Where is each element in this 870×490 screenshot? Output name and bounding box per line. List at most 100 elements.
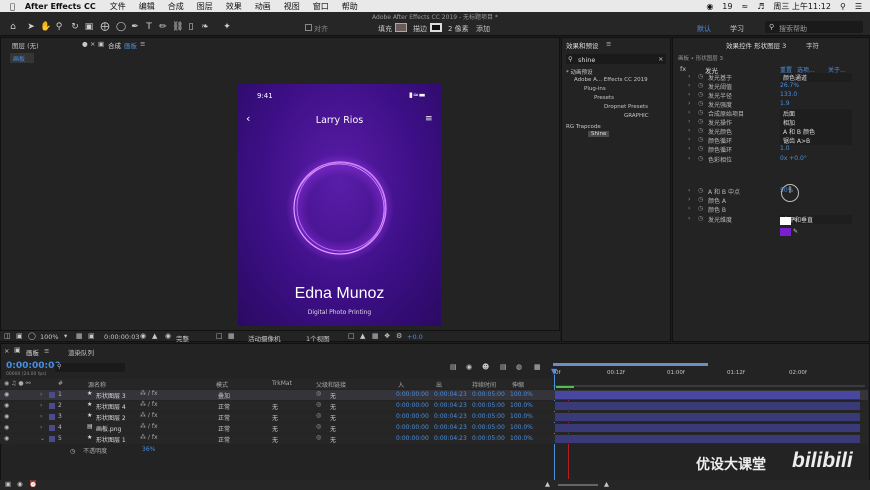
- resolution-select[interactable]: 完整: [176, 333, 189, 343]
- layer-label-color[interactable]: [49, 392, 55, 398]
- panel-menu-icon[interactable]: ≡: [140, 40, 145, 48]
- tab-layer[interactable]: 图层 (无): [12, 40, 39, 50]
- roi-icon[interactable]: □: [216, 332, 223, 340]
- visibility-eye-icon[interactable]: ◉: [4, 435, 9, 442]
- col-out[interactable]: 出: [436, 380, 442, 389]
- stopwatch-icon[interactable]: ◷: [698, 109, 703, 116]
- stopwatch-icon[interactable]: ◷: [698, 100, 703, 107]
- comp-breadcrumb[interactable]: 画板: [10, 53, 34, 63]
- effect-prop-dropdown[interactable]: 相加: [780, 118, 852, 127]
- shy-layers-icon[interactable]: ☻: [482, 363, 489, 371]
- time-ruler[interactable]: 0f 00:12f 01:00f 01:12f 02:00f: [553, 362, 865, 388]
- col-duration[interactable]: 持续时间: [472, 380, 496, 389]
- tree-item-ae-folder[interactable]: Adobe A... Effects CC 2019: [574, 77, 648, 83]
- layer-switches[interactable]: ⁂ ∕ fx: [140, 390, 158, 397]
- layer-twirl-chevron-icon[interactable]: ›: [40, 402, 42, 409]
- apple-icon[interactable]: : [10, 2, 15, 11]
- layer-label-color[interactable]: [49, 425, 55, 431]
- pen-tool-icon[interactable]: ✒: [130, 22, 140, 32]
- fast-preview-icon[interactable]: ▲: [360, 332, 365, 340]
- zoom-select[interactable]: 100%: [40, 333, 59, 341]
- expand-chevron-icon[interactable]: ›: [688, 109, 690, 116]
- layer-mode-select[interactable]: 正常: [218, 424, 230, 433]
- toggle-pixel-icon[interactable]: □: [348, 332, 355, 340]
- layer-parent-select[interactable]: 无: [330, 391, 336, 400]
- expand-chevron-icon[interactable]: ›: [688, 136, 690, 143]
- hand-tool-icon[interactable]: ✋: [40, 22, 51, 32]
- expand-chevron-icon[interactable]: ›: [688, 100, 690, 107]
- stopwatch-icon[interactable]: ◷: [698, 187, 703, 194]
- layer-switches[interactable]: ⁂ ∕ fx: [140, 412, 158, 419]
- effects-panel-title[interactable]: 效果和预设: [566, 40, 599, 50]
- lock-icon[interactable]: ●: [82, 40, 88, 48]
- pick-whip-icon[interactable]: ◎: [316, 390, 321, 397]
- toggle-switches-icon[interactable]: ▣: [5, 480, 11, 488]
- layer-out-time[interactable]: 0:00:04:23: [434, 435, 467, 442]
- color-b-swatch[interactable]: [780, 228, 791, 236]
- layer-stretch[interactable]: 100.0%: [510, 402, 533, 409]
- tab-comp-label[interactable]: 合成: [108, 40, 121, 50]
- wechat-icon[interactable]: ◉: [706, 2, 713, 11]
- menu-list-icon[interactable]: ☰: [855, 2, 862, 11]
- home-icon[interactable]: ⌂: [8, 22, 18, 32]
- layer-stretch[interactable]: 100.0%: [510, 391, 533, 398]
- stopwatch-icon[interactable]: ◷: [698, 215, 703, 222]
- layer-row[interactable]: ◉ ⌄ ★ ⁂ ∕ fx ◎ 5 形状图层 1 正常 无 无 0:00:00:00 0:00:04:2…: [0, 434, 868, 444]
- close-icon[interactable]: ×: [90, 40, 95, 48]
- add-label[interactable]: 添加: [476, 24, 490, 34]
- effect-controls-title[interactable]: 效果控件 形状图层 3: [726, 40, 786, 50]
- tree-item-rg-trapcode[interactable]: RG Trapcode: [566, 124, 601, 130]
- effect-prop-dropdown[interactable]: 颜色通道: [780, 73, 852, 82]
- layer-stretch[interactable]: 100.0%: [510, 413, 533, 420]
- layer-mode-select[interactable]: 叠加: [218, 391, 230, 400]
- pick-whip-icon[interactable]: ◎: [316, 401, 321, 408]
- camera-tool-icon[interactable]: ▣: [84, 22, 94, 32]
- stroke-width[interactable]: 2 像素: [448, 24, 469, 34]
- col-parent[interactable]: 父级和链接: [316, 380, 346, 389]
- tree-item-graphic[interactable]: GRAPHIC: [624, 113, 649, 119]
- stopwatch-icon[interactable]: ◷: [698, 145, 703, 152]
- effect-prop-dropdown[interactable]: 锯齿 A>B: [780, 136, 852, 145]
- layer-out-time[interactable]: 0:00:04:23: [434, 391, 467, 398]
- layer-in-time[interactable]: 0:00:00:00: [396, 402, 429, 409]
- layer-out-time[interactable]: 0:00:04:23: [434, 402, 467, 409]
- rotate-tool-icon[interactable]: ↻: [70, 22, 80, 32]
- flowchart-icon[interactable]: ❖: [384, 332, 390, 340]
- effect-prop-value[interactable]: 0x +0.0°: [780, 155, 807, 162]
- exposure-icon[interactable]: ⚙: [396, 332, 402, 340]
- menu-view[interactable]: 视图: [284, 1, 300, 12]
- search-icon[interactable]: ⚲: [840, 2, 846, 11]
- timeline-icon[interactable]: ▦: [372, 332, 379, 340]
- layer-track-bar[interactable]: [555, 424, 860, 432]
- layer-stretch[interactable]: 100.0%: [510, 424, 533, 431]
- expand-chevron-icon[interactable]: ›: [688, 145, 690, 152]
- layer-row[interactable]: ◉ › ★ ⁂ ∕ fx ◎ 1 形状图层 3 叠加 无 0:00:00:00 0:00:04:23…: [0, 390, 868, 400]
- menu-app-name[interactable]: After Effects CC: [25, 2, 96, 11]
- layer-duration[interactable]: 0:00:05:00: [472, 402, 505, 409]
- menu-animation[interactable]: 动画: [255, 1, 271, 12]
- brush-tool-icon[interactable]: ✏: [158, 22, 168, 32]
- layer-switches[interactable]: ⁂ ∕ fx: [140, 401, 158, 408]
- layer-trkmat-select[interactable]: 无: [272, 413, 278, 422]
- opacity-value[interactable]: 36%: [142, 446, 155, 453]
- tree-item-presets[interactable]: Presets: [594, 95, 614, 101]
- snapshot-icon[interactable]: ◉: [140, 332, 146, 340]
- timeline-menu-icon[interactable]: ≡: [44, 347, 49, 355]
- effect-prop-value[interactable]: 1.0: [780, 145, 790, 152]
- workspace-learn[interactable]: 学习: [730, 24, 744, 34]
- menu-file[interactable]: 文件: [110, 1, 126, 12]
- col-stretch[interactable]: 伸缩: [512, 380, 524, 389]
- toggle-render-time-icon[interactable]: ⏰: [29, 480, 37, 488]
- puppet-pin-tool-icon[interactable]: ✦: [222, 22, 232, 32]
- visibility-eye-icon[interactable]: ◉: [4, 424, 9, 431]
- layer-duration[interactable]: 0:00:05:00: [472, 391, 505, 398]
- volume-icon[interactable]: ♬: [757, 2, 764, 11]
- expand-chevron-icon[interactable]: ›: [688, 205, 690, 212]
- selection-tool-icon[interactable]: ➤: [26, 22, 36, 32]
- render-icon[interactable]: ▣: [16, 332, 23, 340]
- layer-trkmat-select[interactable]: 无: [272, 424, 278, 433]
- stopwatch-icon[interactable]: ◷: [698, 73, 703, 80]
- tab-comp-name[interactable]: 画板: [124, 40, 137, 50]
- layer-track-bar[interactable]: [555, 435, 860, 443]
- color-a-eyedropper-icon[interactable]: ✎: [793, 217, 798, 224]
